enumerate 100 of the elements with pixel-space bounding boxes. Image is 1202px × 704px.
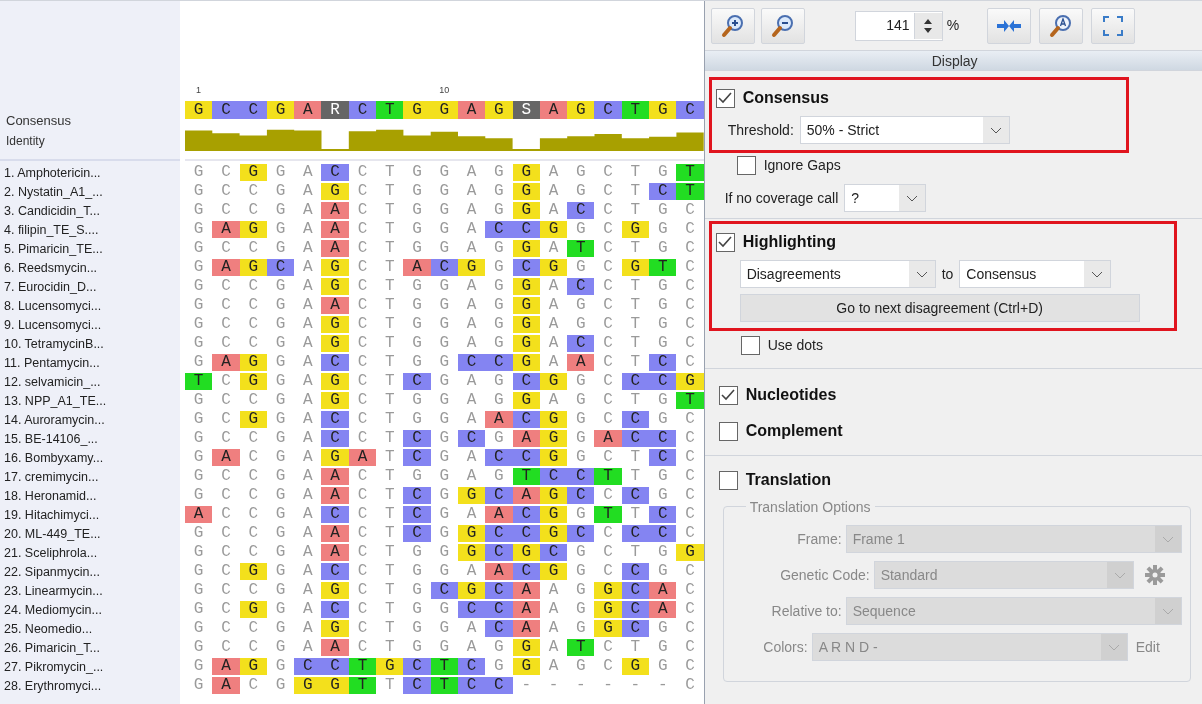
- ruler-label: 1: [195, 85, 202, 95]
- sequence-name[interactable]: 28. Erythromyci...: [4, 677, 180, 696]
- caret-icon: [1154, 598, 1181, 624]
- sequence-row-text: G C C G A G C T G G A G G A C C T G C: [192, 334, 696, 353]
- sequence-row-text: G C C G A C C T C G C G A G G A C C C: [192, 429, 696, 448]
- checkbox-label: Consensus: [742, 88, 829, 108]
- sequence-row-text: G A C G G G T T C T C C - - - - - - C: [192, 676, 696, 695]
- dropdown-value: 50% - Strict: [805, 120, 880, 140]
- checkbox-label: Highlighting: [742, 232, 836, 252]
- checkbox-label: Ignore Gaps: [763, 156, 841, 175]
- dropdown-value: Disagreements: [745, 264, 841, 284]
- zoom-out-button[interactable]: [760, 7, 805, 44]
- sequence-name[interactable]: 2. Nystatin_A1_...: [4, 183, 180, 202]
- sequence-row-text: G C G G A C C T G G C C A A G G C A C: [192, 600, 696, 619]
- sequence-row: A C C G A C C T C G A A C G G T T C C: [185, 505, 704, 524]
- sequence-name[interactable]: 26. Pimaricin_T...: [4, 639, 180, 658]
- caret-icon: [899, 185, 926, 211]
- mode-dropdown[interactable]: Disagreements: [739, 260, 936, 288]
- caret-icon: [1154, 526, 1181, 552]
- sequence-row-text: G C C G A G C T G G A G G A G C T G C: [192, 315, 696, 334]
- expand-button[interactable]: [1091, 7, 1136, 44]
- dropdown-value: Frame 1: [851, 529, 905, 549]
- sequence-name[interactable]: 25. Neomedio...: [4, 620, 180, 639]
- field-label: to: [941, 264, 954, 284]
- spinner-icon[interactable]: [913, 12, 942, 39]
- ruler-label: 10: [438, 85, 451, 95]
- sequence-name[interactable]: 18. Heronamid...: [4, 487, 180, 506]
- sequence-name[interactable]: 3. Candicidin_T...: [4, 202, 180, 221]
- checkbox-label: Nucleotides: [745, 385, 837, 405]
- sequence-row-text: G C C G A A C T C G G C A G C C C G C: [192, 486, 696, 505]
- checkbox[interactable]: [718, 421, 738, 441]
- sequence-name[interactable]: 22. Sipanmycin...: [4, 563, 180, 582]
- field-label: If no coverage call: [724, 188, 839, 208]
- sequence-name[interactable]: 21. Sceliphrola...: [4, 544, 180, 563]
- sequence-row-text: G C C G A A C T G G A G G A C C T G C: [192, 201, 696, 220]
- dropdown-value: A R N D -: [817, 637, 878, 657]
- sequence-name[interactable]: 6. Reedsmycin...: [4, 259, 180, 278]
- coverage-dropdown[interactable]: ?: [844, 184, 927, 212]
- zoom-field[interactable]: 141: [854, 10, 943, 41]
- checkbox[interactable]: [718, 385, 738, 405]
- checkbox[interactable]: [740, 336, 760, 355]
- sequence-row-text: G C C G A A C T G G A G G A G C T G C: [192, 296, 696, 315]
- sequence-row: G C C G A G C T G G A G G A G C T G T: [185, 391, 704, 410]
- sequence-name[interactable]: 15. BE-14106_...: [4, 430, 180, 449]
- fit-button[interactable]: [987, 7, 1032, 44]
- checkbox[interactable]: [736, 156, 756, 175]
- sequence-name[interactable]: 23. Linearmycin...: [4, 582, 180, 601]
- zoom-button[interactable]: [1039, 7, 1084, 44]
- row-label: Identity: [6, 133, 46, 150]
- sequence-row-text: G C G G A C C T G G A A C G G C C G C: [192, 410, 696, 429]
- zoom-in-button[interactable]: [710, 7, 755, 44]
- caret-icon: [1106, 562, 1133, 588]
- row-label: Consensus: [6, 112, 73, 130]
- arrows-inward-icon: [996, 18, 1023, 33]
- sequence-name[interactable]: 12. selvamicin_...: [4, 373, 180, 392]
- consensus-sequence: G C C G A R C T G G A G S A G C T G C: [185, 101, 704, 119]
- panel-header: Display: [704, 51, 1202, 71]
- sequence-row-text: G C C G A G C T G G A G G A C C T G C: [192, 277, 696, 296]
- zoom-value: 141: [886, 16, 911, 35]
- sequence-name[interactable]: 9. Lucensomyci...: [4, 316, 180, 335]
- next-disagreement-button[interactable]: Go to next disagreement (Ctrl+D): [739, 294, 1140, 322]
- sequence-name[interactable]: 24. Mediomycin...: [4, 601, 180, 620]
- zoom-in-icon: [719, 12, 746, 39]
- zoom-out-icon: [769, 12, 796, 39]
- sequence-name[interactable]: 14. Auroramycin...: [4, 411, 180, 430]
- sequence-row-text: G A G G A A C T G G A C C G G C G G C: [192, 220, 696, 239]
- sequence-row-text: G C C G A G C T G C G C A A G G C A C: [192, 581, 696, 600]
- checkbox[interactable]: [715, 88, 735, 108]
- threshold-dropdown[interactable]: 50% - Strict: [799, 116, 1010, 144]
- checkbox[interactable]: [718, 470, 738, 490]
- sequence-name[interactable]: 17. cremimycin...: [4, 468, 180, 487]
- sequence-name[interactable]: 8. Lucensomyci...: [4, 297, 180, 316]
- sequence-row-text: G A C G A G A T C G A C C G G C T C C: [192, 448, 696, 467]
- expand-icon: [1102, 14, 1125, 37]
- sequence-name[interactable]: 5. Pimaricin_TE...: [4, 240, 180, 259]
- sequence-row-text: G C G G A C C T G G A A C G G C C G C: [192, 562, 696, 581]
- sequence-row-text: G A G G C C T G C T C G G A G C G G C: [192, 657, 696, 676]
- caret-icon: [1084, 261, 1111, 287]
- field-label: Genetic Code:: [779, 565, 870, 585]
- sequence-name[interactable]: 13. NPP_A1_TE...: [4, 392, 180, 411]
- sequence-name[interactable]: 7. Eurocidin_D...: [4, 278, 180, 297]
- reference-dropdown[interactable]: Consensus: [959, 260, 1112, 288]
- sequence-row: G C C G A G C T G G A G G A G C T C T: [185, 182, 704, 201]
- sequence-name[interactable]: 27. Pikromycin_...: [4, 658, 180, 677]
- checkbox[interactable]: [715, 232, 735, 252]
- sequence-name[interactable]: 20. ML-449_TE...: [4, 525, 180, 544]
- sequence-row: G C C G A A C T G G G C G C G C T G G: [185, 543, 704, 562]
- caret-icon: [1100, 634, 1127, 660]
- sequence-name[interactable]: 10. TetramycinB...: [4, 335, 180, 354]
- sequence-name[interactable]: 1. Amphotericin...: [4, 164, 180, 183]
- sequence-name[interactable]: 4. filipin_TE_S....: [4, 221, 180, 240]
- field-label: Threshold:: [727, 120, 794, 140]
- sequence-name[interactable]: 16. Bombyxamy...: [4, 449, 180, 468]
- sequence-row-text: G C C G A A C T G G A G T C C T T G C: [192, 467, 696, 486]
- sequence-name[interactable]: 19. Hitachimyci...: [4, 506, 180, 525]
- sequence-row-text: G C C G A A C T C G G C C G C C C C C: [192, 524, 696, 543]
- percent-label: %: [946, 16, 960, 35]
- sequence-name[interactable]: 11. Pentamycin...: [4, 354, 180, 373]
- sequence-row-text: G A G C A G C T A C G G C G G C G T C: [192, 258, 696, 277]
- sequence-row: G C G G A C C T G G A G G A G C T G T: [185, 163, 704, 182]
